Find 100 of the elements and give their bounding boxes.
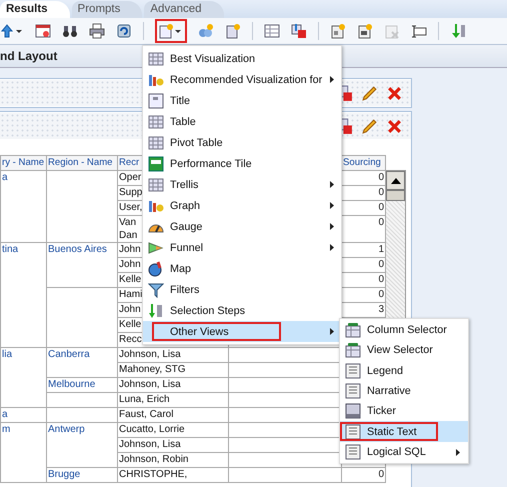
submenu-arrow-icon: [330, 181, 334, 188]
upload-icon[interactable]: [0, 23, 24, 39]
list-icon: [345, 444, 361, 460]
funnel-icon: [148, 240, 164, 256]
tile-icon: [148, 156, 164, 172]
menu-item[interactable]: Logical SQL: [340, 442, 468, 462]
region-link[interactable]: Antwerp: [48, 424, 85, 435]
tab[interactable]: Results: [0, 1, 70, 18]
menu-item[interactable]: Recommended Visualization for: [143, 69, 341, 90]
country-link[interactable]: lia: [2, 349, 12, 360]
export-icon[interactable]: [291, 23, 307, 39]
table-icon[interactable]: [264, 23, 280, 39]
text-box-icon[interactable]: [411, 23, 427, 39]
recruiter-name: Johnson, Lisa: [119, 439, 181, 450]
submenu-arrow-icon: [330, 223, 334, 230]
sourcing-count: 0: [378, 274, 384, 285]
recruiter-name: Cucatto, Lorrie: [119, 424, 185, 435]
grid-icon: [148, 176, 164, 192]
close-icon[interactable]: [386, 118, 403, 134]
recruiter-name: Mahoney, STG: [119, 364, 186, 375]
new-view-button[interactable]: [155, 19, 187, 43]
selector-icon: [345, 322, 361, 338]
circles-icon[interactable]: [198, 23, 214, 39]
globe-icon: [148, 260, 164, 276]
menu-item[interactable]: Funnel: [143, 237, 341, 258]
document-icon[interactable]: [357, 23, 373, 39]
menu-item[interactable]: Title: [143, 90, 341, 111]
printer-icon[interactable]: [89, 23, 105, 39]
column-header: ry - Name: [0, 156, 46, 170]
menu-item[interactable]: Static Text: [340, 421, 468, 442]
recruiter-name: Luna, Erich: [119, 394, 170, 405]
column-header: Region - Name: [46, 156, 118, 170]
list-icon: [345, 383, 361, 400]
filter-icon: [148, 282, 164, 298]
grid-icon: [148, 114, 164, 130]
up-arrow-icon: [390, 178, 400, 184]
menu-item[interactable]: Legend: [340, 360, 468, 381]
menu-item[interactable]: Other Views: [143, 321, 341, 342]
menu-item[interactable]: Ticker: [340, 401, 468, 422]
recruiter-name: Hami: [119, 289, 142, 300]
menu-item[interactable]: Map: [143, 258, 341, 279]
recruiter-name: Johnson, Lisa: [119, 379, 181, 390]
menu-item[interactable]: Graph: [143, 195, 341, 216]
recruiter-name: Kelle: [119, 274, 142, 285]
recruiter-name: User,: [119, 202, 142, 213]
country-link[interactable]: a: [2, 409, 8, 420]
calendar-icon[interactable]: [35, 23, 51, 39]
scroll-up-button[interactable]: [386, 171, 405, 190]
recruiter-name: Oper: [119, 172, 142, 183]
sourcing-count: 0: [378, 469, 384, 480]
grid-icon: [148, 50, 164, 66]
submenu-arrow-icon: [330, 76, 334, 83]
sourcing-count: 0: [378, 172, 384, 183]
menu-item[interactable]: Best Visualization: [143, 48, 341, 69]
recruiter-name: Johnson, Robin: [119, 454, 188, 465]
recruiter-name: John: [119, 259, 141, 270]
submenu-arrow-icon: [456, 448, 460, 456]
recruiter-name: Van Dan: [119, 217, 138, 241]
list-icon: [345, 424, 361, 440]
menu-item[interactable]: Trellis: [143, 174, 341, 195]
country-link[interactable]: m: [2, 424, 10, 435]
submenu-arrow-icon: [330, 202, 334, 209]
document-icon[interactable]: [330, 23, 346, 39]
sourcing-count: 0: [378, 217, 384, 228]
binoculars-icon[interactable]: [62, 23, 78, 39]
sourcing-count: 3: [378, 304, 384, 315]
recruiter-name: Supp: [119, 187, 142, 198]
tab[interactable]: Advanced: [144, 1, 224, 18]
list-icon: [345, 362, 361, 379]
window-icon: [345, 403, 361, 420]
submenu-arrow-icon: [330, 244, 334, 251]
recruiter-name: John: [119, 304, 141, 315]
sourcing-count: 1: [378, 244, 384, 255]
menu-item[interactable]: Gauge: [143, 216, 341, 237]
sourcing-count: 0: [378, 259, 384, 270]
menu-item[interactable]: Narrative: [340, 380, 468, 402]
submenu-arrow-icon: [330, 328, 334, 335]
menu-item[interactable]: Pivot Table: [143, 132, 341, 153]
menu-item[interactable]: View Selector: [340, 340, 468, 361]
country-link[interactable]: tina: [2, 244, 18, 255]
tab[interactable]: Prompts: [72, 1, 142, 18]
pencil-icon[interactable]: [361, 84, 378, 102]
recruiter-name: CHRISTOPHE,: [119, 469, 188, 480]
sourcing-count: 0: [378, 289, 384, 300]
refresh-icon[interactable]: [116, 23, 132, 39]
steps-icon: [148, 302, 164, 318]
sourcing-count: 0: [378, 202, 384, 213]
menu-item[interactable]: Filters: [143, 279, 341, 300]
sort-icon[interactable]: [450, 23, 466, 39]
menu-item[interactable]: Selection Steps: [143, 300, 341, 321]
scrollbar[interactable]: [386, 170, 406, 319]
close-icon[interactable]: [386, 84, 403, 102]
scroll-thumb[interactable]: [386, 190, 405, 201]
column-header: Sourcing: [342, 156, 386, 170]
pencil-icon[interactable]: [361, 118, 378, 134]
menu-item[interactable]: Column Selector: [340, 320, 468, 340]
recruiter-name: Johnson, Lisa: [119, 349, 181, 360]
sourcing-count: 0: [378, 187, 384, 198]
country-link[interactable]: a: [2, 172, 8, 183]
selector-icon: [345, 342, 361, 358]
